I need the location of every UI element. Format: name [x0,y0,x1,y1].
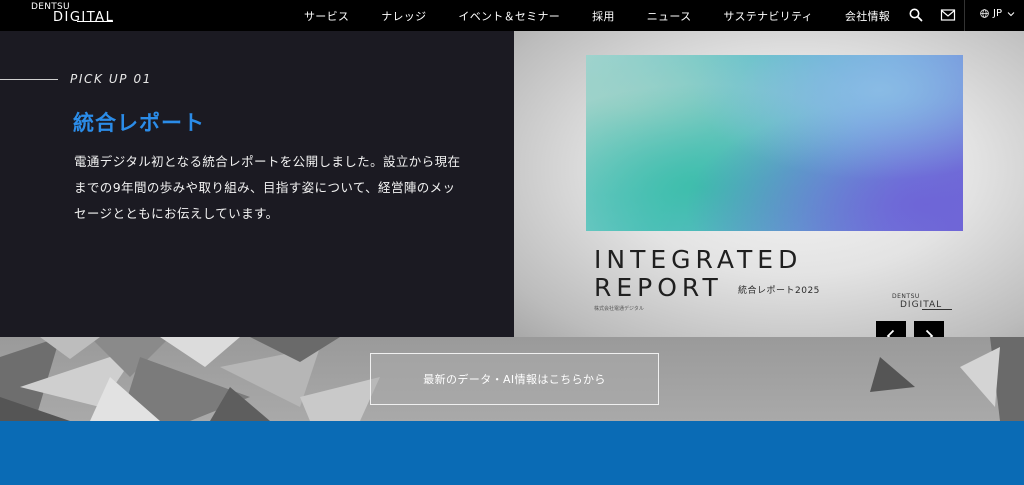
nav-item-services[interactable]: サービス [304,8,349,24]
header-divider [964,0,965,31]
nav-item-sustainability[interactable]: サステナビリティ [723,8,813,24]
hero-text-panel: PICK UP 01 統合レポート 電通デジタル初となる統合レポートを公開しまし… [0,31,514,337]
data-ai-info-button[interactable]: 最新のデータ・AI情報はこちらから [370,353,659,405]
search-icon[interactable] [908,7,924,23]
hero-title[interactable]: 統合レポート [73,107,205,137]
site-header: DENTSU DIGITAL サービス ナレッジ イベント＆セミナー 採用 ニュ… [0,0,1024,31]
language-selector[interactable]: JP [980,8,1015,19]
nav-item-recruit[interactable]: 採用 [592,8,615,24]
main-nav: サービス ナレッジ イベント＆セミナー 採用 ニュース サステナビリティ 会社情… [304,0,890,31]
nav-item-knowledge[interactable]: ナレッジ [381,8,426,24]
pickup-label: PICK UP 01 [70,72,152,86]
pickup-line [0,79,58,80]
report-company: 株式会社電通デジタル [594,306,644,312]
report-cover-art [586,55,963,231]
hero-description: 電通デジタル初となる統合レポートを公開しました。設立から現在までの9年間の歩みや… [74,154,461,221]
hero-image[interactable]: INTEGRATED REPORT 統合レポート2025 株式会社電通デジタル … [514,31,1024,337]
mail-icon[interactable] [940,7,956,23]
nav-item-company[interactable]: 会社情報 [845,8,890,24]
report-logo-top: DENTSU [892,293,920,300]
report-title-line1: INTEGRATED [594,245,803,274]
chevron-down-icon [1007,11,1015,16]
language-label: JP [993,8,1002,19]
report-logo-underline [922,309,952,310]
blue-section [0,421,1024,485]
globe-icon [980,9,989,18]
report-subtitle: 統合レポート2025 [738,286,820,296]
nav-item-events[interactable]: イベント＆セミナー [458,8,560,24]
report-logo: DENTSU DIGITAL [892,293,952,310]
logo[interactable]: DENTSU DIGITAL [31,2,113,28]
logo-underline [77,21,113,22]
logo-bottom-text: DIGITAL [53,10,115,25]
report-title-line2: REPORT [594,273,723,302]
data-ai-banner: 最新のデータ・AI情報はこちらから [0,337,1024,421]
nav-item-news[interactable]: ニュース [647,8,692,24]
